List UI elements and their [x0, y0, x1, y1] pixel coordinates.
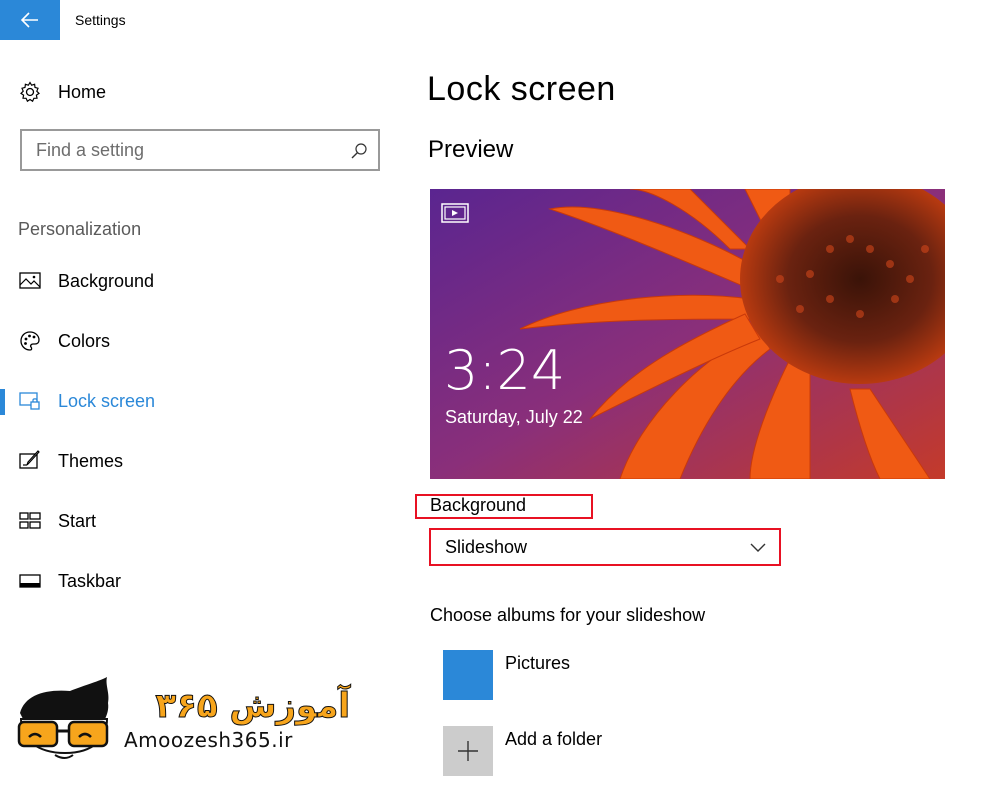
- page-title: Lock screen: [427, 70, 616, 108]
- section-label-personalization: Personalization: [18, 219, 142, 239]
- album-pictures-label[interactable]: Pictures: [505, 653, 570, 674]
- logo-url: Amoozesh365.ir: [124, 728, 293, 752]
- sidebar-item-taskbar[interactable]: Taskbar: [0, 561, 400, 601]
- background-label: Background: [430, 495, 527, 515]
- sidebar-item-background[interactable]: Background: [0, 261, 400, 301]
- sidebar-item-start[interactable]: Start: [0, 501, 400, 541]
- add-folder-button[interactable]: [443, 726, 493, 776]
- gear-icon: [18, 80, 42, 104]
- back-button[interactable]: [0, 0, 60, 40]
- flower-image: [430, 189, 945, 479]
- slideshow-icon: [441, 203, 469, 223]
- search-box[interactable]: [20, 129, 380, 171]
- sidebar-item-label: Lock screen: [58, 390, 156, 411]
- themes-brush-icon: [18, 449, 42, 473]
- albums-label: Choose albums for your slideshow: [430, 605, 706, 625]
- preview-heading: Preview: [428, 136, 514, 163]
- sidebar-item-label: Colors: [58, 330, 111, 351]
- palette-icon: [18, 329, 42, 353]
- window-title: Settings: [75, 12, 126, 28]
- active-indicator: [0, 389, 5, 415]
- background-dropdown[interactable]: Slideshow: [432, 531, 778, 563]
- chevron-down-icon: [750, 543, 766, 552]
- sidebar-item-label: Background: [58, 270, 155, 291]
- sidebar-item-label: Themes: [58, 450, 124, 471]
- sidebar-item-label: Start: [58, 510, 97, 531]
- sidebar-item-lock-screen[interactable]: Lock screen: [0, 381, 400, 421]
- lock-screen-icon: [18, 389, 42, 413]
- add-folder-label[interactable]: Add a folder: [505, 729, 602, 750]
- dropdown-value: Slideshow: [445, 536, 528, 557]
- home-label: Home: [58, 81, 107, 102]
- nav-home[interactable]: Home: [18, 80, 106, 104]
- lock-screen-preview: 3:24 Saturday, July 22: [430, 189, 945, 479]
- sidebar-item-colors[interactable]: Colors: [0, 321, 400, 361]
- taskbar-icon: [18, 569, 42, 593]
- plus-icon: [458, 741, 478, 761]
- title-bar: Settings: [0, 0, 994, 40]
- search-input[interactable]: [36, 139, 336, 161]
- arrow-left-icon: [21, 12, 38, 28]
- sidebar-item-themes[interactable]: Themes: [0, 441, 400, 481]
- preview-date: Saturday, July 22: [445, 407, 583, 427]
- start-tiles-icon: [18, 509, 42, 533]
- sidebar-item-label: Taskbar: [58, 570, 122, 591]
- logo-brand-text: آموزش ۳۶۵: [155, 684, 351, 726]
- album-pictures-tile[interactable]: [443, 650, 493, 700]
- search-icon[interactable]: [350, 142, 368, 160]
- picture-icon: [18, 269, 42, 293]
- preview-time: 3:24: [444, 339, 566, 402]
